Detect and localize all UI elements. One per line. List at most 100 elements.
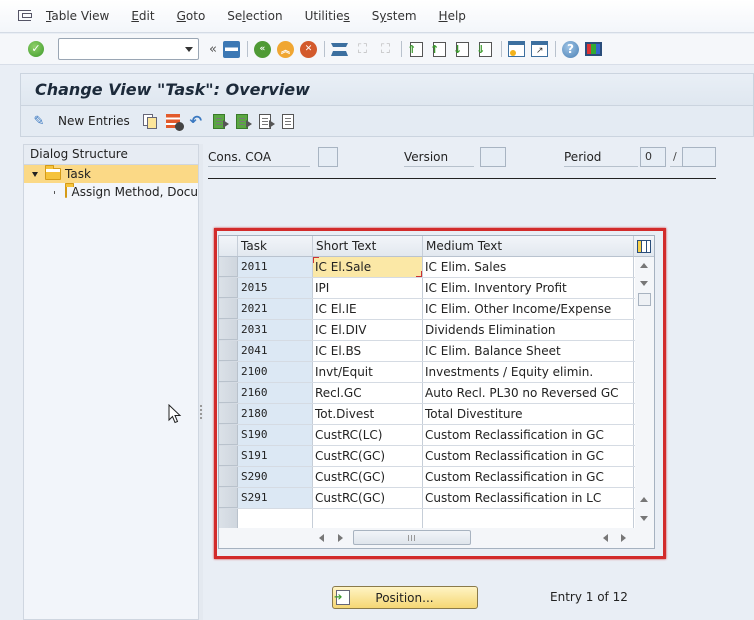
medium-text-cell[interactable]: Custom Reclassification in LC [423,488,634,508]
scroll-right-icon[interactable] [338,534,343,542]
command-field[interactable] [58,38,199,60]
cancel-icon[interactable]: ✕ [299,40,317,58]
menu-utilities[interactable]: Utilities [305,9,350,23]
task-cell[interactable]: 2031 [238,320,313,340]
enter-icon[interactable]: ✓ [28,41,44,57]
delete-icon[interactable] [165,114,184,131]
task-cell[interactable]: 2180 [238,404,313,424]
row-selector[interactable] [219,509,238,529]
task-cell[interactable]: S290 [238,467,313,487]
cons-coa-field[interactable] [318,147,338,167]
medium-text-cell[interactable]: IC Elim. Balance Sheet [423,341,634,361]
short-text-cell[interactable] [313,509,423,529]
medium-text-cell[interactable]: Dividends Elimination [423,320,634,340]
row-selector[interactable] [219,299,238,319]
task-cell[interactable]: 2041 [238,341,313,361]
first-page-icon[interactable]: ⇑ [407,41,423,57]
create-session-icon[interactable] [507,41,525,57]
column-header-short-text[interactable]: Short Text [313,236,423,256]
medium-text-cell[interactable]: IC Elim. Inventory Profit [423,278,634,298]
find-icon[interactable]: ⛶ [354,41,371,58]
row-selector[interactable] [219,488,238,508]
task-cell[interactable]: 2021 [238,299,313,319]
task-cell[interactable]: S191 [238,446,313,466]
short-text-cell[interactable]: CustRC(GC) [313,446,423,466]
row-selector[interactable] [219,320,238,340]
task-cell[interactable]: 2160 [238,383,313,403]
short-text-cell[interactable]: IPI [313,278,423,298]
new-entries-button[interactable]: New Entries [58,114,130,128]
exit-icon[interactable]: ︽ [276,40,294,58]
back-icon[interactable]: « [253,40,271,58]
medium-text-cell[interactable]: Investments / Equity elimin. [423,362,634,382]
deselect-all-icon[interactable] [258,113,275,129]
short-text-cell[interactable]: IC El.DIV [313,320,423,340]
previous-page-icon[interactable]: ↑ [430,41,446,57]
row-selector[interactable] [219,404,238,424]
task-cell[interactable]: S190 [238,425,313,445]
scroll-down-icon[interactable] [640,281,648,286]
version-field[interactable] [480,147,506,167]
short-text-cell[interactable]: IC El.BS [313,341,423,361]
scroll-down-icon[interactable] [640,516,648,521]
row-selector[interactable] [219,341,238,361]
short-text-cell[interactable]: Tot.Divest [313,404,423,424]
splitter-grip[interactable] [200,405,202,421]
create-shortcut-icon[interactable]: ↗ [530,41,548,57]
row-selector[interactable] [219,362,238,382]
scroll-left-icon[interactable] [603,534,608,542]
help-icon[interactable]: ? [561,40,579,58]
fiscal-year-field[interactable] [682,147,716,167]
row-selector[interactable] [219,425,238,445]
row-selector[interactable] [219,257,238,277]
menu-toggle-icon[interactable] [18,9,34,23]
scroll-thumb[interactable] [638,293,651,306]
collapse-command-field-icon[interactable]: « [209,42,217,57]
row-selector[interactable] [219,467,238,487]
print-icon[interactable] [330,42,348,56]
column-header-task[interactable]: Task [238,236,313,256]
tree-item-assign-method[interactable]: Assign Method, Docu [24,183,198,201]
menu-goto[interactable]: Goto [177,9,206,23]
menu-table-view[interactable]: Table View [46,9,109,23]
short-text-cell[interactable]: Recl.GC [313,383,423,403]
column-header-medium-text[interactable]: Medium Text [423,236,634,256]
chevron-down-icon[interactable] [185,47,193,52]
customize-layout-icon[interactable] [584,42,602,56]
short-text-cell[interactable]: IC El.Sale [313,257,423,277]
short-text-cell[interactable]: Invt/Equit [313,362,423,382]
undo-change-icon[interactable]: ↶ [188,112,204,130]
select-all-icon[interactable] [212,113,229,129]
menu-selection[interactable]: Selection [227,9,282,23]
scroll-left-icon[interactable] [319,534,324,542]
horizontal-scrollbar[interactable] [219,528,654,548]
save-icon[interactable] [222,40,240,58]
medium-text-cell[interactable]: IC Elim. Sales [423,257,634,277]
scroll-up-icon[interactable] [640,497,648,502]
row-selector[interactable] [219,383,238,403]
medium-text-cell[interactable] [423,509,634,529]
medium-text-cell[interactable]: IC Elim. Other Income/Expense [423,299,634,319]
row-selector[interactable] [219,278,238,298]
next-page-icon[interactable]: ↓ [453,41,469,57]
task-cell[interactable]: S291 [238,488,313,508]
medium-text-cell[interactable]: Custom Reclassification in GC [423,467,634,487]
print-field-names-icon[interactable] [281,113,294,129]
position-button[interactable]: Position... [332,586,478,609]
copy-as-icon[interactable] [142,113,157,129]
short-text-cell[interactable]: CustRC(GC) [313,488,423,508]
scroll-right-icon[interactable] [621,534,626,542]
task-cell[interactable]: 2100 [238,362,313,382]
table-settings-button[interactable] [634,236,654,256]
find-next-icon[interactable]: ⛶ [377,41,394,58]
select-block-icon[interactable] [235,113,252,129]
tree-item-task[interactable]: Task [24,165,198,183]
short-text-cell[interactable]: IC El.IE [313,299,423,319]
expand-triangle-icon[interactable] [32,171,38,177]
menu-help[interactable]: Help [439,9,466,23]
last-page-icon[interactable]: ⇓ [476,41,492,57]
panel-splitter[interactable] [199,144,203,620]
medium-text-cell[interactable]: Total Divestiture [423,404,634,424]
medium-text-cell[interactable]: Custom Reclassification in GC [423,425,634,445]
row-selector[interactable] [219,446,238,466]
